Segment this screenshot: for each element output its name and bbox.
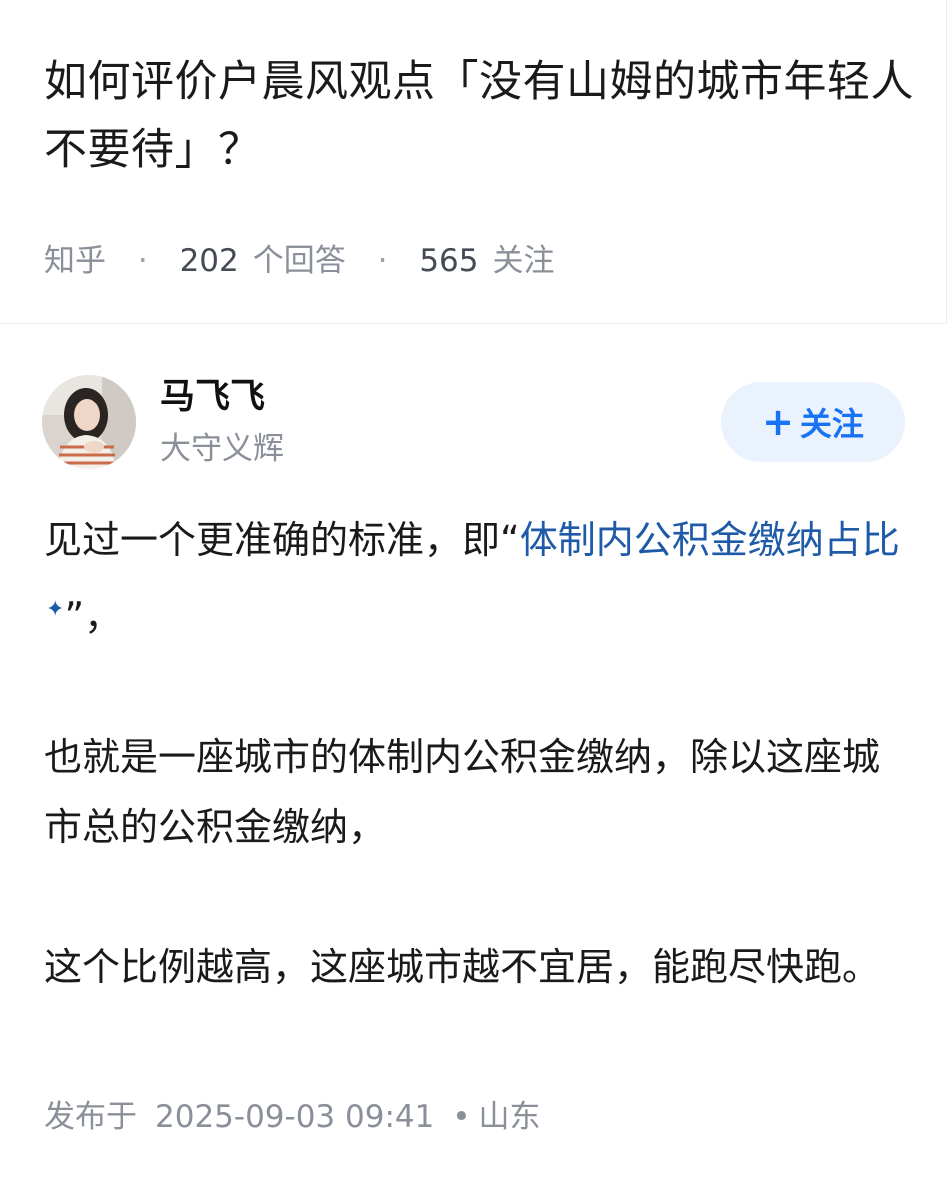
answer-paragraph: 也就是一座城市的体制内公积金缴纳，除以这座城市总的公积金缴纳， xyxy=(44,734,881,849)
published-label: 发布于 xyxy=(44,1099,137,1135)
answer-count: 202 xyxy=(179,243,239,279)
follower-count: 565 xyxy=(419,243,479,279)
answer-count-label: 个回答 xyxy=(252,243,346,279)
author-avatar[interactable] xyxy=(42,375,136,469)
publish-location: 山东 xyxy=(478,1099,541,1135)
plus-icon: + xyxy=(762,400,794,444)
publish-datetime: 2025-09-03 09:41 xyxy=(155,1099,435,1135)
meta-separator: • xyxy=(452,1099,471,1135)
author-bio: 大守义辉 xyxy=(160,431,284,467)
follow-button-label: 关注 xyxy=(799,405,864,443)
author-name[interactable]: 马飞飞 xyxy=(160,374,265,420)
answer-text: ”， xyxy=(64,594,123,639)
question-title[interactable]: 如何评价户晨风观点「没有山姆的城市年轻人不要待」？ xyxy=(44,48,914,184)
question-meta: 知乎 · 202 个回答 · 565 关注 xyxy=(44,240,555,282)
answer-paragraph: 见过一个更准确的标准，即“体制内公积金缴纳占比 ✦”， xyxy=(44,505,904,652)
meta-separator: · xyxy=(137,243,148,279)
keyword-link-text: 体制内公积金缴纳占比 xyxy=(519,518,900,562)
avatar-image xyxy=(42,375,136,469)
question-card: 如何评价户晨风观点「没有山姆的城市年轻人不要待」？ 知乎 · 202 个回答 · … xyxy=(0,0,947,324)
answer-paragraph: 这个比例越高，这座城市越不宜居，能跑尽快跑。 xyxy=(44,944,881,989)
answer-body: 见过一个更准确的标准，即“体制内公积金缴纳占比 ✦”， 也就是一座城市的体制内公积… xyxy=(44,505,904,1002)
follower-count-label: 关注 xyxy=(492,243,555,279)
publish-info: 发布于 2025-09-03 09:41 • 山东 xyxy=(44,1096,541,1138)
meta-separator: · xyxy=(377,243,388,279)
sparkle-icon: ✦ xyxy=(46,597,65,622)
follow-button[interactable]: + 关注 xyxy=(721,382,905,462)
answer-text: 见过一个更准确的标准，即“ xyxy=(44,518,520,562)
source-label[interactable]: 知乎 xyxy=(44,243,106,279)
